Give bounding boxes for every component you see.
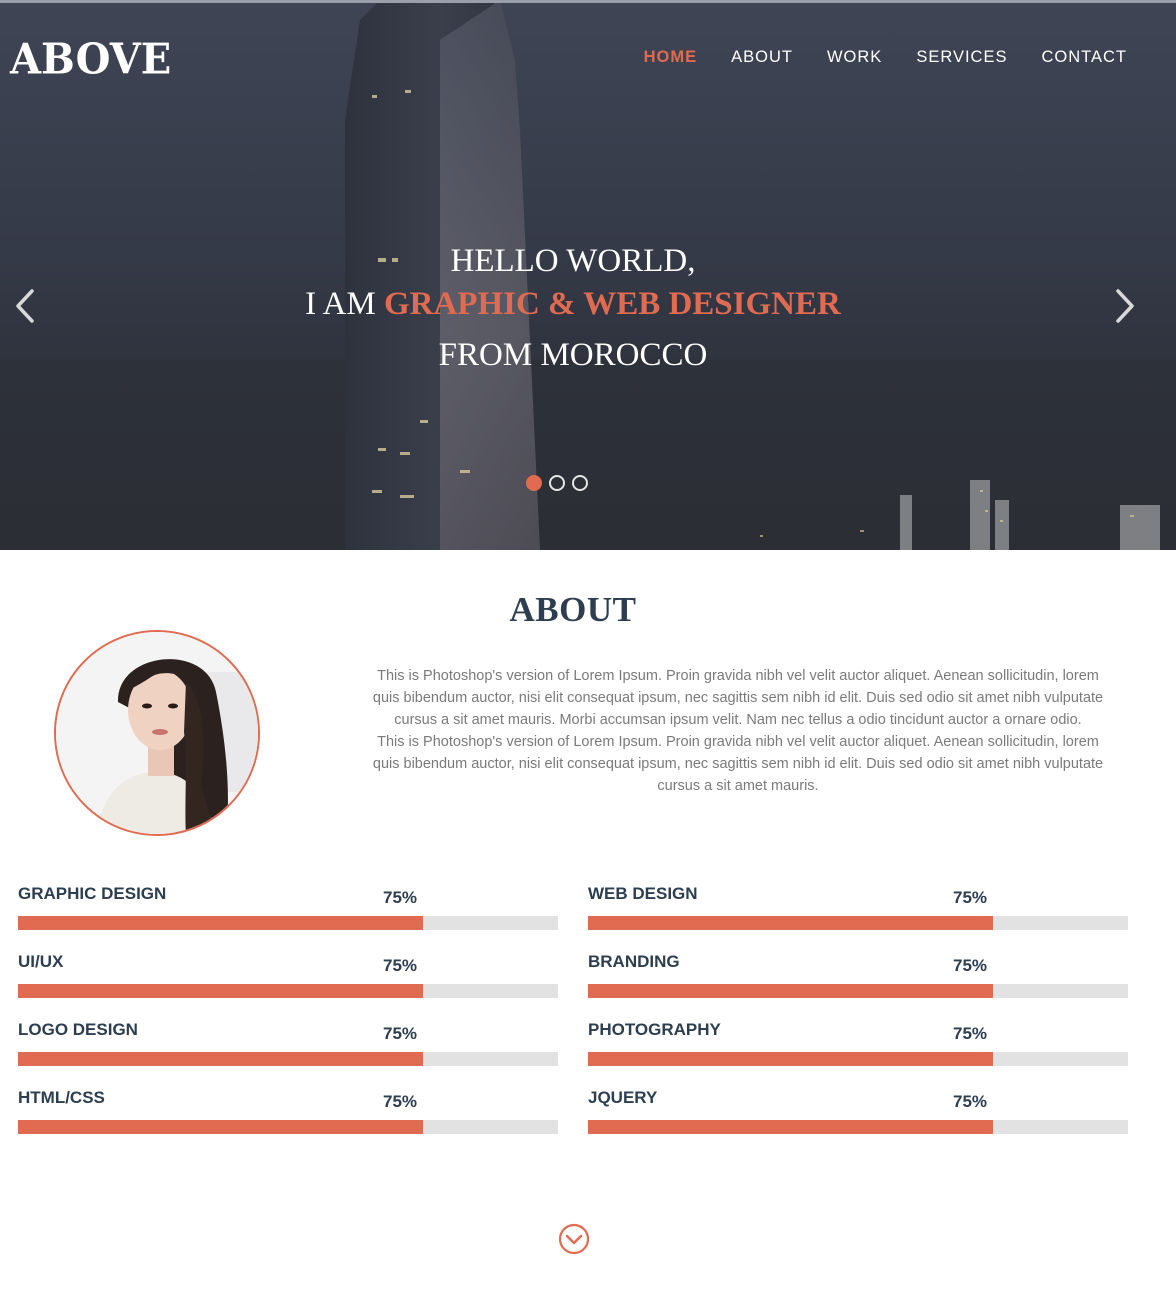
skill-percent: 75% bbox=[953, 888, 988, 907]
hero-headline-line3: FROM MOROCCO bbox=[438, 337, 708, 373]
skill-percent: 75% bbox=[953, 1092, 988, 1111]
skill-progress-track bbox=[18, 984, 558, 998]
skill-progress-fill bbox=[18, 1120, 423, 1134]
skill-progress-track bbox=[18, 1052, 558, 1066]
skill-progress-track bbox=[588, 916, 1128, 930]
skill-progress-fill bbox=[588, 916, 993, 930]
profile-photo bbox=[56, 632, 258, 834]
about-text: This is Photoshop's version of Lorem Ips… bbox=[366, 665, 1110, 797]
slider-pagination bbox=[526, 475, 588, 491]
skill-percent: 75% bbox=[383, 888, 418, 907]
skill-progress-fill bbox=[588, 1052, 993, 1066]
hero-headline-accent: GRAPHIC & WEB DESIGNER bbox=[383, 286, 841, 322]
skill-name: GRAPHIC DESIGN bbox=[18, 884, 167, 903]
skill-name: PHOTOGRAPHY bbox=[588, 1020, 721, 1039]
nav-item-work[interactable]: WORK bbox=[827, 48, 882, 67]
skill-progress-fill bbox=[18, 984, 423, 998]
main-nav: HOME ABOUT WORK SERVICES CONTACT bbox=[610, 48, 1127, 67]
skill-photography: PHOTOGRAPHY 75% bbox=[588, 1020, 1128, 1076]
skill-name: LOGO DESIGN bbox=[18, 1020, 138, 1039]
skill-branding: BRANDING 75% bbox=[588, 952, 1128, 1008]
nav-item-about[interactable]: ABOUT bbox=[731, 48, 793, 67]
skill-name: JQUERY bbox=[588, 1088, 658, 1107]
hero-headline-prefix: I AM bbox=[305, 286, 384, 322]
skill-progress-track bbox=[18, 916, 558, 930]
hero-headline-line1: HELLO WORLD, bbox=[450, 243, 696, 279]
skill-name: UI/UX bbox=[18, 952, 64, 971]
slider-dot-3[interactable] bbox=[572, 475, 588, 491]
skill-progress-fill bbox=[18, 916, 423, 930]
skill-percent: 75% bbox=[383, 1024, 418, 1043]
skill-progress-track bbox=[18, 1120, 558, 1134]
site-logo[interactable]: ABOVE bbox=[10, 35, 171, 84]
skill-percent: 75% bbox=[953, 1024, 988, 1043]
top-border-line bbox=[0, 0, 1176, 3]
hero-slider: ABOVE HOME ABOUT WORK SERVICES CONTACT H… bbox=[0, 0, 1176, 550]
skill-name: BRANDING bbox=[588, 952, 680, 971]
about-title: ABOUT bbox=[509, 590, 637, 629]
hero-headline-line2: I AM GRAPHIC & WEB DESIGNER bbox=[0, 286, 1146, 323]
skill-progress-track bbox=[588, 1120, 1128, 1134]
skill-web-design: WEB DESIGN 75% bbox=[588, 884, 1128, 940]
skill-logo-design: LOGO DESIGN 75% bbox=[18, 1020, 558, 1076]
nav-item-contact[interactable]: CONTACT bbox=[1041, 48, 1127, 67]
skill-name: HTML/CSS bbox=[18, 1088, 105, 1107]
skill-progress-fill bbox=[588, 1120, 993, 1134]
chevron-circle-down-icon[interactable] bbox=[558, 1223, 590, 1255]
skill-ui-ux: UI/UX 75% bbox=[18, 952, 558, 1008]
nav-item-services[interactable]: SERVICES bbox=[916, 48, 1007, 67]
chevron-left-icon[interactable] bbox=[10, 286, 40, 326]
skill-progress-fill bbox=[588, 984, 993, 998]
skill-percent: 75% bbox=[383, 1092, 418, 1111]
profile-avatar bbox=[54, 630, 260, 836]
slider-dot-2[interactable] bbox=[549, 475, 565, 491]
skill-progress-fill bbox=[18, 1052, 423, 1066]
skill-jquery: JQUERY 75% bbox=[588, 1088, 1128, 1144]
slider-dot-1[interactable] bbox=[526, 475, 542, 491]
chevron-right-icon[interactable] bbox=[1110, 286, 1140, 326]
nav-item-home[interactable]: HOME bbox=[644, 48, 698, 67]
skill-graphic-design: GRAPHIC DESIGN 75% bbox=[18, 884, 558, 940]
about-paragraph-2: This is Photoshop's version of Lorem Ips… bbox=[372, 734, 1104, 794]
skill-percent: 75% bbox=[383, 956, 418, 975]
about-paragraph-1: This is Photoshop's version of Lorem Ips… bbox=[372, 668, 1104, 728]
skill-progress-track bbox=[588, 984, 1128, 998]
skill-html-css: HTML/CSS 75% bbox=[18, 1088, 558, 1144]
skill-name: WEB DESIGN bbox=[588, 884, 698, 903]
skill-progress-track bbox=[588, 1052, 1128, 1066]
skill-percent: 75% bbox=[953, 956, 988, 975]
